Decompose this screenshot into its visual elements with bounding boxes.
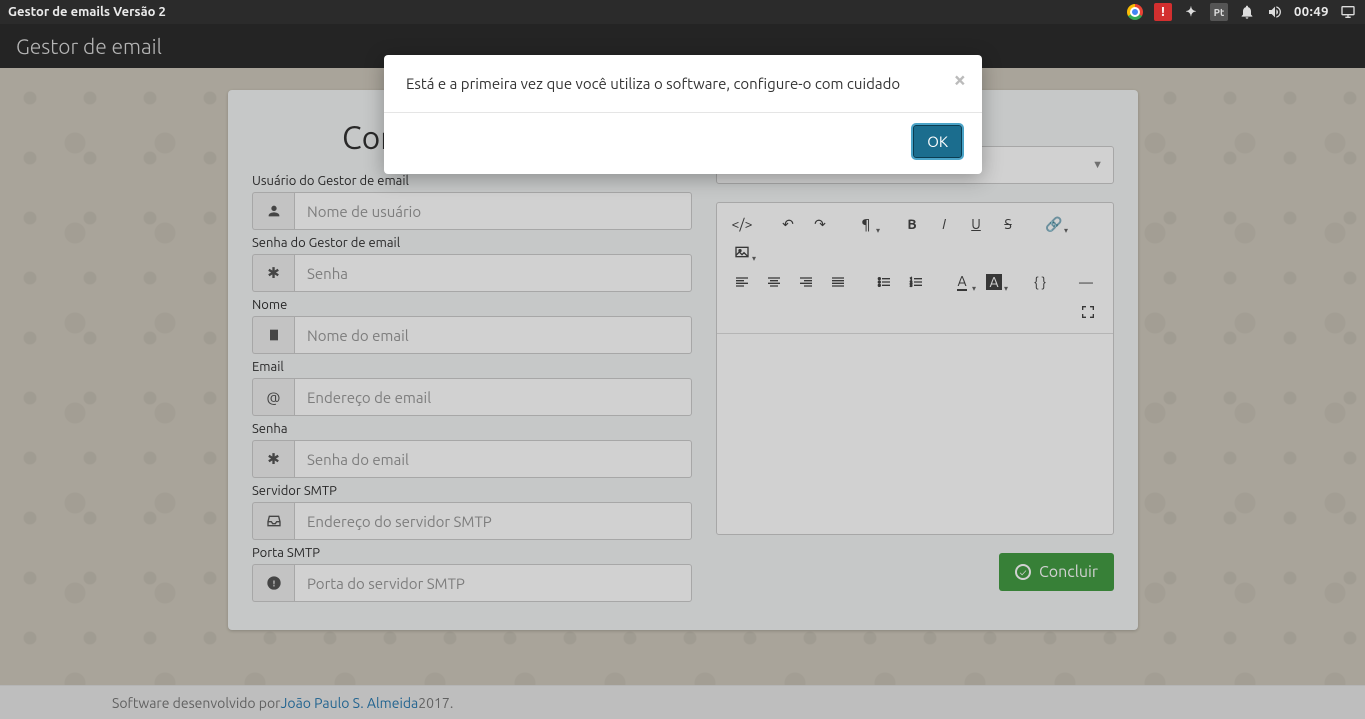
first-run-modal: Está e a primeira vez que você utiliza o…	[384, 55, 982, 174]
notifications-icon[interactable]	[1238, 3, 1256, 21]
volume-icon[interactable]	[1266, 3, 1284, 21]
modal-text: Está e a primeira vez que você utiliza o…	[406, 75, 900, 92]
language-indicator[interactable]: Pt	[1210, 3, 1228, 21]
system-top-bar: Gestor de emails Versão 2 ! ✦ Pt 00:49	[0, 0, 1365, 24]
plugin-icon[interactable]: ✦	[1182, 3, 1200, 21]
close-icon[interactable]: ×	[954, 67, 966, 92]
chrome-icon[interactable]	[1126, 3, 1144, 21]
warning-icon[interactable]: !	[1154, 3, 1172, 21]
monitor-icon[interactable]	[1339, 3, 1357, 21]
ok-button[interactable]: OK	[913, 125, 962, 158]
system-tray: ! ✦ Pt 00:49	[1126, 3, 1357, 21]
clock: 00:49	[1294, 5, 1329, 19]
window-title: Gestor de emails Versão 2	[8, 5, 166, 19]
